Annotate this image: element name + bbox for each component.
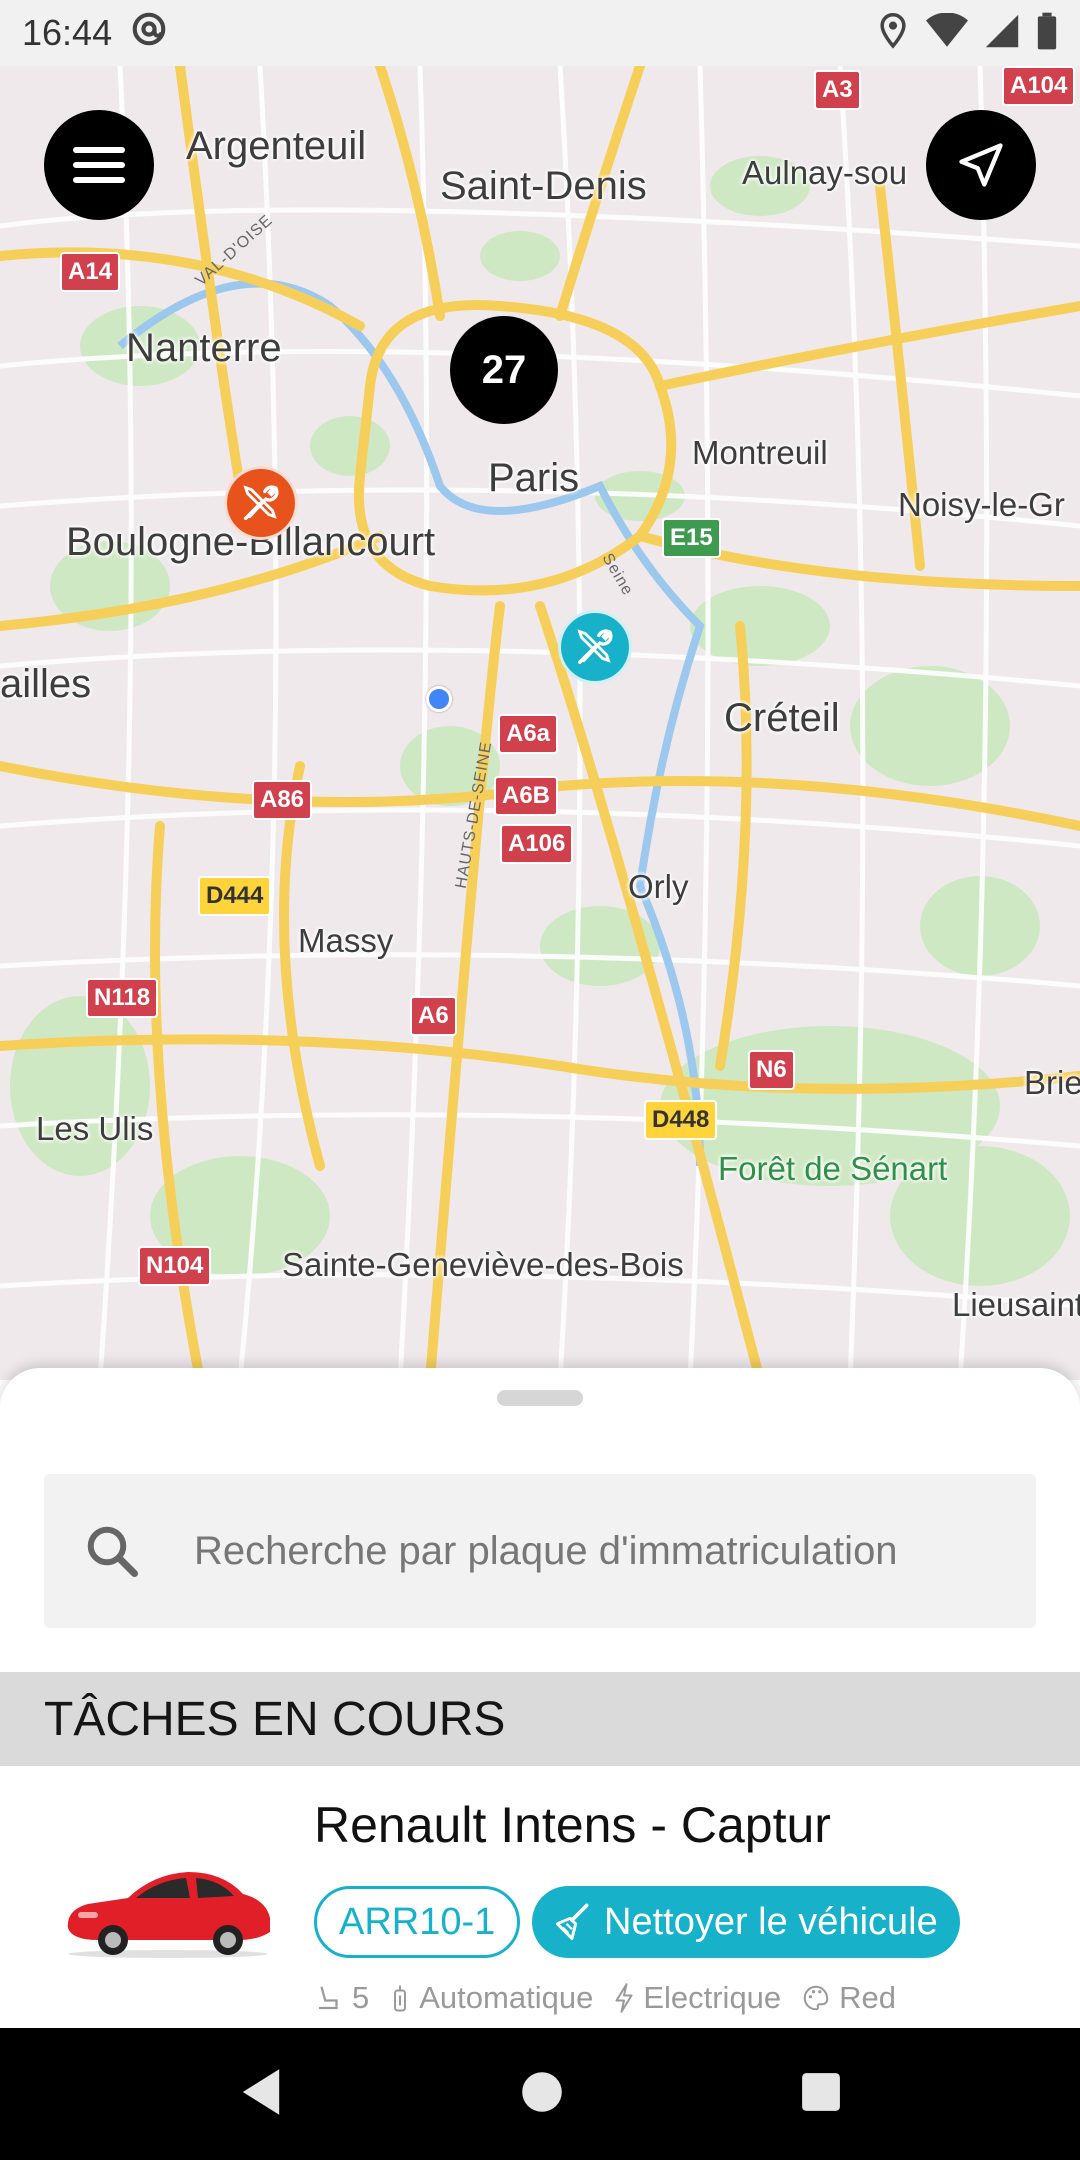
spec-transmission: Automatique [419, 1980, 594, 2015]
tools-icon [243, 485, 279, 521]
map-label-foret-de-senart: Forêt de Sénart [718, 1150, 948, 1187]
seat-icon [319, 1986, 338, 2010]
map-pin-repair[interactable] [224, 466, 298, 540]
road-label-n6: N6 [748, 1050, 795, 1090]
broom-icon [555, 1903, 589, 1940]
map-cluster-marker[interactable]: 27 [450, 316, 558, 424]
map-label-paris: Paris [488, 456, 580, 500]
map-label-creteil: Créteil [724, 696, 840, 740]
road-label-d448: D448 [644, 1100, 718, 1140]
gearbox-icon [394, 1985, 407, 2012]
recents-icon [802, 2072, 840, 2111]
my-location-button[interactable] [926, 110, 1036, 220]
search-placeholder: Recherche par plaque d'immatriculation [194, 1528, 898, 1573]
plate-chip[interactable]: ARR10-1 [314, 1886, 521, 1958]
map-label-lieusaint: Lieusaint [952, 1286, 1080, 1323]
map-label-brie: Brie [1024, 1064, 1080, 1101]
spec-seats: 5 [352, 1980, 370, 2015]
current-location-dot [426, 686, 452, 712]
road-label-a6a: A6a [498, 714, 559, 754]
tasks-section-header: TÂCHES EN COURS [0, 1672, 1080, 1766]
map-label-massy: Massy [298, 922, 394, 959]
back-icon [242, 2068, 280, 2115]
task-action-chip[interactable]: Nettoyer le véhicule [532, 1886, 960, 1958]
map-view[interactable]: Argenteuil Saint-Denis Aulnay-sou Nanter… [0, 66, 1080, 1380]
home-icon [522, 2071, 562, 2112]
back-button[interactable] [238, 2067, 284, 2122]
vehicle-specs: 5 Automatique Electrique Red [314, 1980, 896, 2016]
map-label-versailles: ailles [0, 662, 92, 706]
menu-button[interactable] [44, 110, 154, 220]
system-navigation-bar [0, 2028, 1080, 2160]
road-label-a86: A86 [252, 780, 313, 820]
map-label-orly: Orly [628, 868, 689, 905]
search-icon [87, 1526, 138, 1577]
palette-icon [804, 1985, 829, 2011]
wifi-icon [926, 11, 968, 54]
map-label-sainte-genevieve: Sainte-Geneviève-des-Bois [282, 1246, 684, 1283]
road-label-e15: E15 [662, 518, 721, 558]
battery-icon [1036, 12, 1058, 55]
spec-energy: Electrique [643, 1980, 782, 2015]
map-label-saint-denis: Saint-Denis [440, 164, 647, 208]
road-label-a14: A14 [60, 252, 121, 292]
bottom-sheet[interactable]: Recherche par plaque d'immatriculation T… [0, 1368, 1080, 2028]
map-label-argenteuil: Argenteuil [186, 124, 367, 168]
road-label-a106: A106 [500, 824, 574, 864]
task-action-label: Nettoyer le véhicule [604, 1900, 938, 1943]
map-label-nanterre: Nanterre [126, 326, 282, 370]
status-time: 16:44 [22, 12, 113, 53]
at-sign-icon [130, 10, 168, 57]
road-label-a3: A3 [814, 70, 861, 110]
map-label-aulnay: Aulnay-sou [742, 154, 908, 191]
plate-search-input[interactable]: Recherche par plaque d'immatriculation [44, 1474, 1036, 1628]
map-label-les-ulis: Les Ulis [36, 1110, 154, 1147]
car-image [67, 1872, 270, 1958]
task-vehicle-title: Renault Intens - Captur [314, 1797, 831, 1853]
road-label-d444: D444 [198, 876, 272, 916]
task-list-item[interactable]: Renault Intens - Captur ARR10-1 Nettoyer… [0, 1768, 1080, 2028]
status-bar: 16:44 [0, 0, 1080, 66]
road-label-a6: A6 [410, 996, 457, 1036]
navigation-arrow-icon [959, 143, 1003, 187]
menu-icon [73, 147, 125, 183]
map-label-noisy: Noisy-le-Gr [898, 486, 1065, 523]
tools-icon [577, 629, 613, 665]
road-label-a104: A104 [1002, 66, 1076, 106]
spec-color: Red [839, 1980, 897, 2015]
map-label-montreuil: Montreuil [692, 434, 828, 471]
home-button[interactable] [520, 2070, 564, 2119]
sheet-drag-handle[interactable] [497, 1390, 583, 1406]
road-label-n118: N118 [86, 978, 159, 1018]
lightning-icon [615, 1983, 633, 2013]
road-label-n104: N104 [138, 1246, 212, 1286]
road-label-a6b: A6B [494, 776, 559, 816]
map-pin-cleaning[interactable] [558, 610, 632, 684]
recents-button[interactable] [800, 2071, 842, 2118]
signal-icon [984, 13, 1020, 54]
location-icon [876, 12, 910, 55]
